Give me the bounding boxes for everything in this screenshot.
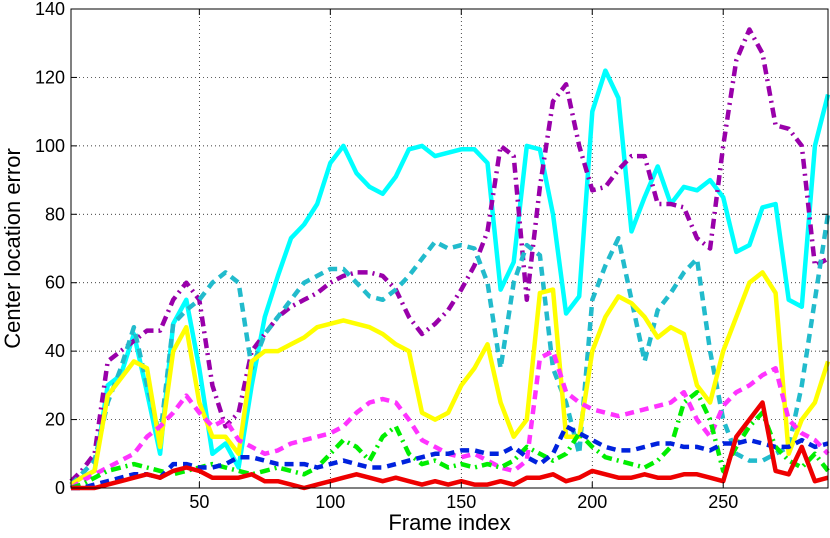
line-chart: 50 100 150 200 250 0 20 40 60 80 100 120 140 Frame i… (0, 0, 830, 538)
y-tick-label: 80 (45, 204, 65, 224)
y-tick-label: 100 (35, 136, 65, 156)
x-axis-label: Frame index (388, 510, 510, 535)
y-axis-label: Center location error (0, 148, 25, 349)
x-tick-label: 200 (577, 492, 607, 512)
x-tick-label: 100 (315, 492, 345, 512)
y-tick-label: 120 (35, 67, 65, 87)
x-tick-label: 50 (189, 492, 209, 512)
y-tick-label: 60 (45, 273, 65, 293)
y-tick-label: 20 (45, 410, 65, 430)
y-tick-label: 0 (55, 478, 65, 498)
x-tick-label: 150 (446, 492, 476, 512)
y-tick-label: 140 (35, 0, 65, 19)
x-tick-label: 250 (708, 492, 738, 512)
y-tick-label: 40 (45, 341, 65, 361)
